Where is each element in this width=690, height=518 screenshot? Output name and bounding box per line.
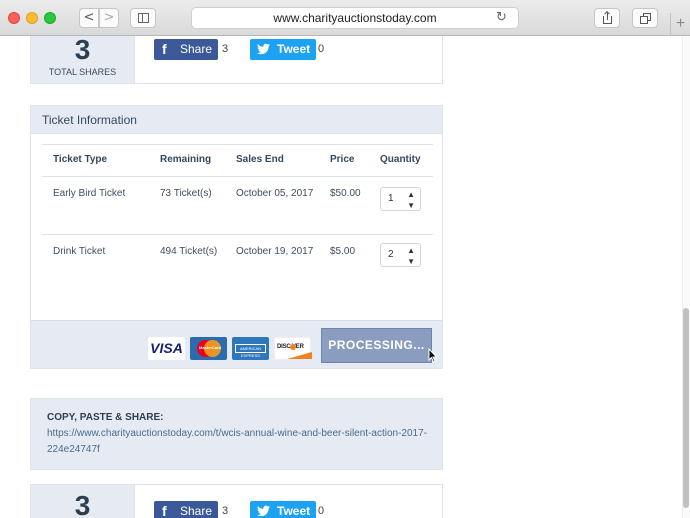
total-shares-label: TOTAL SHARES bbox=[48, 67, 117, 77]
address-bar-url: www.charityauctionstoday.com bbox=[273, 11, 437, 25]
share-block-bottom: 3 f Share 3 Tweet 0 bbox=[30, 484, 443, 518]
copy-paste-share-title: COPY, PASTE & SHARE: bbox=[47, 412, 164, 423]
total-shares-count: 3 bbox=[74, 490, 91, 518]
sales-end-cell: October 19, 2017 bbox=[236, 246, 314, 257]
mastercard-icon: MasterCard bbox=[190, 337, 227, 360]
twitter-icon bbox=[257, 505, 270, 517]
page-content: 3 TOTAL SHARES f Share 3 Tweet 0 Ticket … bbox=[0, 36, 690, 518]
price-cell: $50.00 bbox=[330, 188, 361, 199]
column-header-ticket-type: Ticket Type bbox=[53, 154, 108, 165]
share-button[interactable] bbox=[594, 8, 620, 28]
ticket-information-panel: Ticket Information Ticket Type Remaining… bbox=[30, 105, 443, 369]
twitter-tweet-count: 0 bbox=[318, 43, 325, 55]
amex-card-icon: AMERICAN EXPRESS bbox=[232, 337, 269, 360]
reload-icon[interactable]: ↻ bbox=[496, 8, 507, 28]
quantity-select[interactable]: 2 ▲ ▼ bbox=[380, 243, 421, 267]
remaining-cell: 73 Ticket(s) bbox=[160, 188, 212, 199]
twitter-tweet-button[interactable]: Tweet bbox=[250, 39, 316, 60]
facebook-share-label: Share bbox=[180, 504, 213, 518]
show-tabs-button[interactable] bbox=[632, 8, 658, 28]
minimize-window-button[interactable] bbox=[26, 12, 38, 24]
ticket-type-cell: Early Bird Ticket bbox=[53, 188, 126, 199]
discover-card-icon: DISC VER bbox=[274, 337, 312, 360]
column-header-sales-end: Sales End bbox=[236, 154, 284, 165]
select-arrows-icon: ▲ ▼ bbox=[407, 246, 415, 266]
ticket-information-heading: Ticket Information bbox=[31, 106, 442, 134]
share-block-top: 3 TOTAL SHARES f Share 3 Tweet 0 bbox=[30, 36, 443, 84]
twitter-tweet-label: Tweet bbox=[277, 42, 311, 56]
close-window-button[interactable] bbox=[8, 12, 20, 24]
chevron-right-icon: > bbox=[103, 10, 115, 25]
facebook-share-button[interactable]: f Share bbox=[154, 39, 218, 60]
facebook-share-count: 3 bbox=[222, 505, 229, 517]
ticket-type-cell: Drink Ticket bbox=[53, 246, 106, 257]
processing-button[interactable]: PROCESSING... bbox=[321, 328, 432, 363]
twitter-tweet-button[interactable]: Tweet bbox=[250, 501, 316, 518]
forward-button[interactable]: > bbox=[99, 8, 119, 28]
divider bbox=[42, 234, 433, 235]
back-button[interactable]: < bbox=[79, 8, 99, 28]
total-shares-box: 3 TOTAL SHARES bbox=[31, 36, 135, 83]
column-header-remaining: Remaining bbox=[160, 154, 212, 165]
column-header-price: Price bbox=[330, 154, 355, 165]
facebook-share-button[interactable]: f Share bbox=[154, 501, 218, 518]
column-header-quantity: Quantity bbox=[380, 154, 421, 165]
new-tab-button[interactable]: + bbox=[670, 13, 690, 36]
address-bar[interactable]: www.charityauctionstoday.com bbox=[191, 7, 519, 29]
quantity-value: 2 bbox=[388, 249, 394, 260]
visa-card-icon: VISA bbox=[148, 337, 185, 360]
sidebar-toggle-button[interactable] bbox=[130, 8, 156, 28]
quantity-value: 1 bbox=[388, 193, 394, 204]
price-cell: $5.00 bbox=[330, 246, 356, 257]
remaining-cell: 494 Ticket(s) bbox=[160, 246, 218, 257]
divider bbox=[42, 176, 433, 177]
facebook-share-label: Share bbox=[180, 42, 213, 56]
mouse-cursor-icon bbox=[428, 348, 438, 363]
scrollbar[interactable] bbox=[682, 36, 690, 518]
total-shares-box: 3 bbox=[31, 485, 135, 518]
sidebar-icon bbox=[138, 13, 149, 23]
chevron-left-icon: < bbox=[83, 10, 95, 25]
sales-end-cell: October 05, 2017 bbox=[236, 188, 314, 199]
total-shares-count: 3 bbox=[74, 36, 91, 65]
facebook-icon: f bbox=[162, 503, 167, 518]
twitter-icon bbox=[257, 43, 270, 55]
zoom-window-button[interactable] bbox=[44, 12, 56, 24]
twitter-tweet-label: Tweet bbox=[277, 504, 311, 518]
scrollbar-thumb[interactable] bbox=[683, 308, 689, 508]
quantity-select[interactable]: 1 ▲ ▼ bbox=[380, 187, 421, 211]
browser-toolbar: < > www.charityauctionstoday.com ↻ + bbox=[0, 0, 690, 36]
twitter-tweet-count: 0 bbox=[318, 505, 325, 517]
facebook-icon: f bbox=[162, 41, 167, 57]
payment-footer: VISA MasterCard AMERICAN EXPRESS DISC VE… bbox=[31, 320, 442, 368]
facebook-share-count: 3 bbox=[222, 43, 229, 55]
select-arrows-icon: ▲ ▼ bbox=[407, 190, 415, 210]
copy-paste-share-block: COPY, PASTE & SHARE: https://www.charity… bbox=[30, 398, 443, 470]
share-url-link[interactable]: https://www.charityauctionstoday.com/t/w… bbox=[47, 426, 427, 458]
